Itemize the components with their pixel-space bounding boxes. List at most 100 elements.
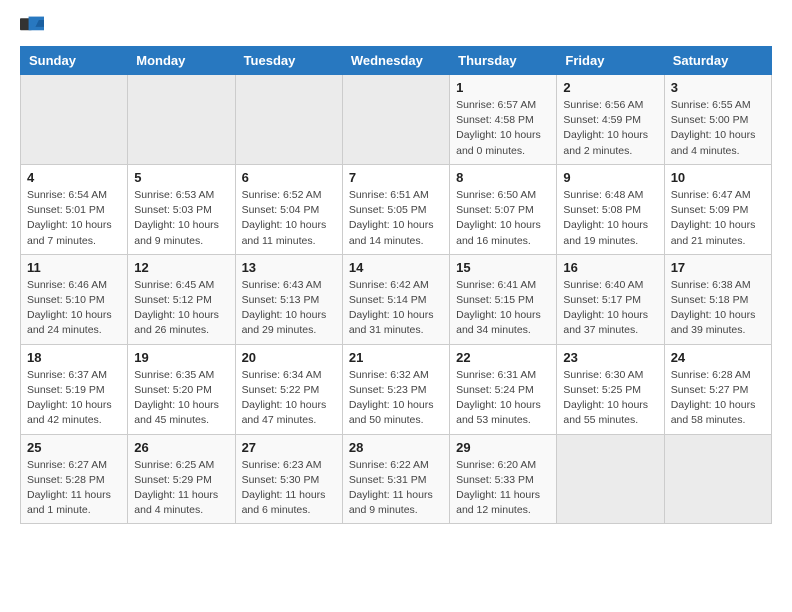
calendar-cell: 20 Sunrise: 6:34 AMSunset: 5:22 PMDayligh… (235, 344, 342, 434)
day-number: 5 (134, 170, 228, 185)
calendar-week-3: 11Sunrise: 6:46 AMSunset: 5:10 PMDayligh… (21, 254, 772, 344)
day-number: 25 (27, 440, 121, 455)
calendar-cell: 1 Sunrise: 6:57 AMSunset: 4:58 PMDaylight… (450, 75, 557, 165)
day-number: 6 (242, 170, 336, 185)
calendar-cell: 14 Sunrise: 6:42 AMSunset: 5:14 PMDayligh… (342, 254, 449, 344)
day-number: 28 (349, 440, 443, 455)
header-sunday: Sunday (21, 47, 128, 75)
day-info: Sunrise: 6:23 AMSunset: 5:30 PMDaylight:… (242, 458, 336, 519)
day-number: 10 (671, 170, 765, 185)
day-number: 2 (563, 80, 657, 95)
calendar-cell: 26 Sunrise: 6:25 AMSunset: 5:29 PMDayligh… (128, 434, 235, 524)
calendar-cell: 17 Sunrise: 6:38 AMSunset: 5:18 PMDayligh… (664, 254, 771, 344)
day-number: 21 (349, 350, 443, 365)
day-number: 18 (27, 350, 121, 365)
day-info: Sunrise: 6:40 AMSunset: 5:17 PMDaylight:… (563, 278, 657, 339)
day-number: 22 (456, 350, 550, 365)
day-info: Sunrise: 6:38 AMSunset: 5:18 PMDaylight:… (671, 278, 765, 339)
day-info: Sunrise: 6:50 AMSunset: 5:07 PMDaylight:… (456, 188, 550, 249)
day-info: Sunrise: 6:37 AMSunset: 5:19 PMDaylight:… (27, 368, 121, 429)
day-info: Sunrise: 6:47 AMSunset: 5:09 PMDaylight:… (671, 188, 765, 249)
header-saturday: Saturday (664, 47, 771, 75)
calendar-cell: 19 Sunrise: 6:35 AMSunset: 5:20 PMDayligh… (128, 344, 235, 434)
header-wednesday: Wednesday (342, 47, 449, 75)
calendar-cell: 2 Sunrise: 6:56 AMSunset: 4:59 PMDaylight… (557, 75, 664, 165)
day-number: 8 (456, 170, 550, 185)
calendar-cell: 3 Sunrise: 6:55 AMSunset: 5:00 PMDaylight… (664, 75, 771, 165)
logo (20, 16, 48, 36)
calendar-cell: 16 Sunrise: 6:40 AMSunset: 5:17 PMDayligh… (557, 254, 664, 344)
day-number: 27 (242, 440, 336, 455)
day-number: 11 (27, 260, 121, 275)
day-info: Sunrise: 6:25 AMSunset: 5:29 PMDaylight:… (134, 458, 228, 519)
day-info: Sunrise: 6:28 AMSunset: 5:27 PMDaylight:… (671, 368, 765, 429)
day-number: 12 (134, 260, 228, 275)
day-number: 26 (134, 440, 228, 455)
calendar-cell (342, 75, 449, 165)
day-info: Sunrise: 6:41 AMSunset: 5:15 PMDaylight:… (456, 278, 550, 339)
day-info: Sunrise: 6:54 AMSunset: 5:01 PMDaylight:… (27, 188, 121, 249)
day-info: Sunrise: 6:31 AMSunset: 5:24 PMDaylight:… (456, 368, 550, 429)
day-number: 24 (671, 350, 765, 365)
header-monday: Monday (128, 47, 235, 75)
calendar-cell: 21 Sunrise: 6:32 AMSunset: 5:23 PMDayligh… (342, 344, 449, 434)
day-info: Sunrise: 6:57 AMSunset: 4:58 PMDaylight:… (456, 98, 550, 159)
calendar-header-row: SundayMondayTuesdayWednesdayThursdayFrid… (21, 47, 772, 75)
calendar-cell: 4 Sunrise: 6:54 AMSunset: 5:01 PMDaylight… (21, 164, 128, 254)
calendar-cell: 22 Sunrise: 6:31 AMSunset: 5:24 PMDayligh… (450, 344, 557, 434)
calendar-cell (21, 75, 128, 165)
calendar-table: SundayMondayTuesdayWednesdayThursdayFrid… (20, 46, 772, 524)
calendar-cell: 10 Sunrise: 6:47 AMSunset: 5:09 PMDayligh… (664, 164, 771, 254)
day-number: 17 (671, 260, 765, 275)
day-info: Sunrise: 6:56 AMSunset: 4:59 PMDaylight:… (563, 98, 657, 159)
calendar-week-2: 4 Sunrise: 6:54 AMSunset: 5:01 PMDaylight… (21, 164, 772, 254)
calendar-cell: 27 Sunrise: 6:23 AMSunset: 5:30 PMDayligh… (235, 434, 342, 524)
calendar-cell (128, 75, 235, 165)
day-info: Sunrise: 6:51 AMSunset: 5:05 PMDaylight:… (349, 188, 443, 249)
day-number: 20 (242, 350, 336, 365)
calendar-cell: 29 Sunrise: 6:20 AMSunset: 5:33 PMDayligh… (450, 434, 557, 524)
calendar-cell: 28 Sunrise: 6:22 AMSunset: 5:31 PMDayligh… (342, 434, 449, 524)
day-number: 23 (563, 350, 657, 365)
page-header (20, 16, 772, 36)
calendar-cell: 25 Sunrise: 6:27 AMSunset: 5:28 PMDayligh… (21, 434, 128, 524)
day-info: Sunrise: 6:53 AMSunset: 5:03 PMDaylight:… (134, 188, 228, 249)
day-info: Sunrise: 6:42 AMSunset: 5:14 PMDaylight:… (349, 278, 443, 339)
day-info: Sunrise: 6:43 AMSunset: 5:13 PMDaylight:… (242, 278, 336, 339)
day-number: 9 (563, 170, 657, 185)
calendar-cell: 5 Sunrise: 6:53 AMSunset: 5:03 PMDaylight… (128, 164, 235, 254)
day-number: 19 (134, 350, 228, 365)
day-number: 14 (349, 260, 443, 275)
calendar-cell (664, 434, 771, 524)
day-info: Sunrise: 6:32 AMSunset: 5:23 PMDaylight:… (349, 368, 443, 429)
day-number: 7 (349, 170, 443, 185)
day-info: Sunrise: 6:20 AMSunset: 5:33 PMDaylight:… (456, 458, 550, 519)
calendar-cell: 9 Sunrise: 6:48 AMSunset: 5:08 PMDaylight… (557, 164, 664, 254)
day-number: 4 (27, 170, 121, 185)
day-info: Sunrise: 6:34 AMSunset: 5:22 PMDaylight:… (242, 368, 336, 429)
day-info: Sunrise: 6:35 AMSunset: 5:20 PMDaylight:… (134, 368, 228, 429)
header-tuesday: Tuesday (235, 47, 342, 75)
calendar-cell: 6Sunrise: 6:52 AMSunset: 5:04 PMDaylight… (235, 164, 342, 254)
day-info: Sunrise: 6:30 AMSunset: 5:25 PMDaylight:… (563, 368, 657, 429)
day-number: 16 (563, 260, 657, 275)
day-info: Sunrise: 6:48 AMSunset: 5:08 PMDaylight:… (563, 188, 657, 249)
day-info: Sunrise: 6:22 AMSunset: 5:31 PMDaylight:… (349, 458, 443, 519)
calendar-week-5: 25 Sunrise: 6:27 AMSunset: 5:28 PMDayligh… (21, 434, 772, 524)
calendar-cell: 13Sunrise: 6:43 AMSunset: 5:13 PMDayligh… (235, 254, 342, 344)
calendar-cell: 15Sunrise: 6:41 AMSunset: 5:15 PMDayligh… (450, 254, 557, 344)
day-info: Sunrise: 6:27 AMSunset: 5:28 PMDaylight:… (27, 458, 121, 519)
calendar-week-1: 1 Sunrise: 6:57 AMSunset: 4:58 PMDaylight… (21, 75, 772, 165)
calendar-cell (235, 75, 342, 165)
day-info: Sunrise: 6:55 AMSunset: 5:00 PMDaylight:… (671, 98, 765, 159)
day-number: 29 (456, 440, 550, 455)
calendar-cell: 8 Sunrise: 6:50 AMSunset: 5:07 PMDaylight… (450, 164, 557, 254)
calendar-week-4: 18 Sunrise: 6:37 AMSunset: 5:19 PMDayligh… (21, 344, 772, 434)
calendar-cell: 11Sunrise: 6:46 AMSunset: 5:10 PMDayligh… (21, 254, 128, 344)
header-thursday: Thursday (450, 47, 557, 75)
calendar-cell: 18 Sunrise: 6:37 AMSunset: 5:19 PMDayligh… (21, 344, 128, 434)
calendar-cell: 12Sunrise: 6:45 AMSunset: 5:12 PMDayligh… (128, 254, 235, 344)
calendar-cell: 24 Sunrise: 6:28 AMSunset: 5:27 PMDayligh… (664, 344, 771, 434)
day-number: 3 (671, 80, 765, 95)
day-number: 1 (456, 80, 550, 95)
